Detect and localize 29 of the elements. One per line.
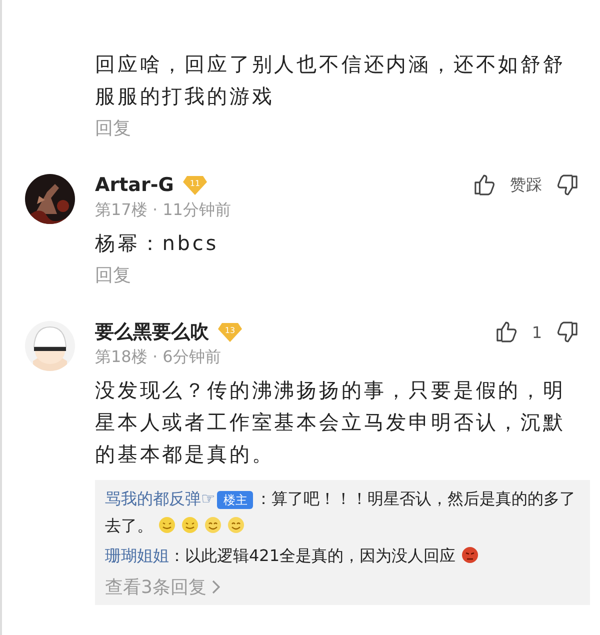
user-name[interactable]: Artar-G xyxy=(95,174,174,196)
reply-link[interactable]: 回复 xyxy=(95,259,131,317)
user-name[interactable]: 要么黑要么吹 xyxy=(95,319,209,345)
emoji-icon xyxy=(181,516,199,534)
vote-count: 1 xyxy=(530,322,543,342)
vote-count: 赞踩 xyxy=(509,174,543,196)
reply-text: 珊瑚姐姐：以此逻辑421全是真的，因为没人回应 xyxy=(105,543,580,568)
emoji-icon xyxy=(204,516,222,534)
more-replies-link[interactable]: 查看3条回复 xyxy=(105,573,580,605)
emoji-icon xyxy=(227,516,245,534)
thumbs-up-icon[interactable] xyxy=(472,172,496,198)
chevron-icon xyxy=(212,580,220,594)
level-badge: 11 xyxy=(182,174,208,196)
comment-text: 没发现么？传的沸沸扬扬的事，只要是假的，明星本人或者工作室基本会立马发申明否认，沉默的基本都是真的。 xyxy=(95,377,566,468)
floor-time: 第17楼 · 11分钟前 xyxy=(95,200,232,221)
thumbs-up-icon[interactable] xyxy=(494,319,518,345)
op-badge: 楼主 xyxy=(217,491,254,509)
reply-text: 骂我的都反弹☞ 楼主 ：算了吧！！！明星否认，然后是真的的多了去了。 xyxy=(105,488,576,537)
reply-author[interactable]: 珊瑚姐姐 xyxy=(105,546,169,565)
comment-text: 回应啥，回应了别人也不信还内涵，还不如舒舒服服的打我的游戏 xyxy=(95,51,566,110)
reply-link[interactable]: 回复 xyxy=(95,112,131,170)
emoji-icon xyxy=(158,516,176,534)
thumbs-down-icon[interactable] xyxy=(556,172,580,198)
reply-author[interactable]: 骂我的都反弹☞ xyxy=(105,489,216,508)
floor-time: 第18楼 · 6分钟前 xyxy=(95,347,222,368)
level-badge: 13 xyxy=(217,321,243,343)
comment-text: 杨幂：nbcs xyxy=(95,230,220,257)
emoji-icon xyxy=(460,546,479,564)
thumbs-down-icon[interactable] xyxy=(556,319,580,345)
